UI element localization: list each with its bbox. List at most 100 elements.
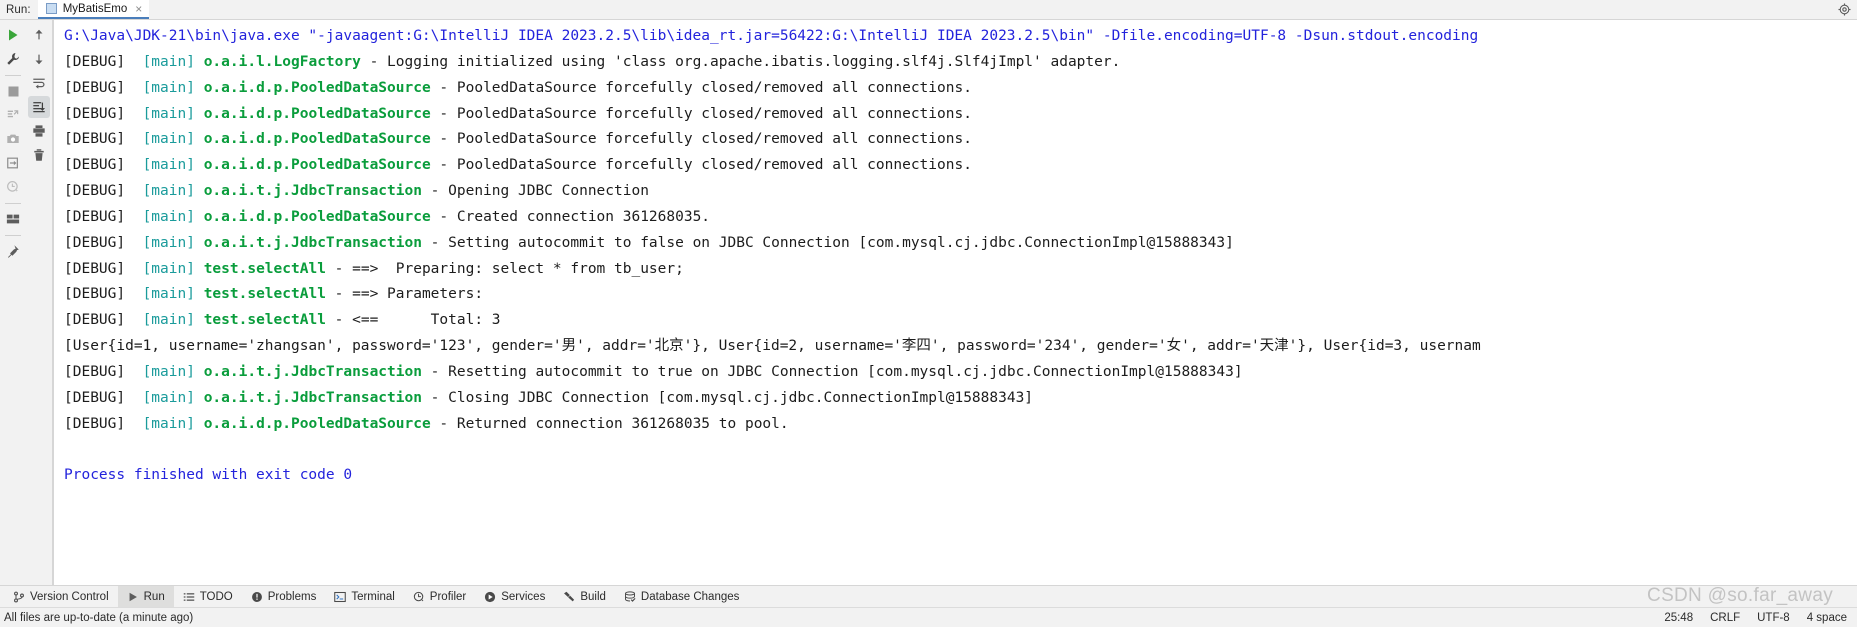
console-line-segment: [main]: [142, 157, 195, 174]
console-line-segment: [195, 209, 204, 225]
run-label: Run:: [6, 3, 31, 16]
console-line: Process finished with exit code 0: [54, 463, 1857, 489]
run-tab-bar-right: [1838, 3, 1857, 16]
restore-layout-icon[interactable]: [2, 152, 24, 174]
console-line: [DEBUG] [main] o.a.i.d.p.PooledDataSourc…: [54, 76, 1857, 102]
tool-window-button-version-control[interactable]: Version Control: [4, 586, 118, 607]
status-bar: All files are up-to-date (a minute ago) …: [0, 607, 1857, 627]
console-line-segment: [195, 183, 204, 199]
console-line-segment: [DEBUG]: [64, 157, 143, 174]
tool-window-button-label: TODO: [199, 590, 233, 603]
console-line: [DEBUG] [main] o.a.i.d.p.PooledDataSourc…: [54, 102, 1857, 128]
console-line-segment: [main]: [142, 389, 195, 406]
console-line: [DEBUG] [main] o.a.i.d.p.PooledDataSourc…: [54, 127, 1857, 153]
console-line-segment: [main]: [142, 363, 195, 380]
rerun-icon[interactable]: [2, 24, 24, 46]
console-line-segment: [main]: [142, 208, 195, 225]
tool-window-bar: Version Control Run TODO Problems Terminal Pr…: [0, 585, 1857, 607]
console-line-segment: [main]: [142, 234, 195, 251]
stop-icon[interactable]: [2, 80, 24, 102]
console-line-segment: [DEBUG]: [64, 312, 143, 329]
console-line-segment: o.a.i.d.p.PooledDataSource: [203, 415, 431, 432]
trash-icon[interactable]: [28, 144, 50, 166]
console-line-segment: Process finished with exit code 0: [64, 467, 353, 484]
encoding[interactable]: UTF-8: [1757, 612, 1790, 624]
status-message: All files are up-to-date (a minute ago): [4, 611, 194, 624]
console-line-segment: - Resetting autocommit to true on JDBC C…: [421, 363, 1243, 380]
console-line-segment: o.a.i.t.j.JdbcTransaction: [203, 183, 422, 200]
console-line-segment: - Closing JDBC Connection [com.mysql.cj.…: [421, 389, 1034, 406]
console-output-panel[interactable]: G:\Java\JDK-21\bin\java.exe "-javaagent:…: [53, 20, 1857, 585]
tool-window-button-problems[interactable]: Problems: [242, 586, 326, 607]
console-line-segment: [DEBUG]: [64, 234, 143, 251]
console-line-segment: - PooledDataSource forcefully closed/rem…: [430, 105, 972, 122]
profiler-icon: [413, 591, 425, 603]
console-line-segment: o.a.i.d.p.PooledDataSource: [203, 208, 431, 225]
camera-icon[interactable]: [2, 128, 24, 150]
console-line: G:\Java\JDK-21\bin\java.exe "-javaagent:…: [54, 24, 1857, 50]
tool-window-button-todo[interactable]: TODO: [174, 586, 242, 607]
profiler-clock-icon[interactable]: [2, 176, 24, 198]
console-line-segment: [main]: [142, 286, 195, 303]
indent-setting[interactable]: 4 space: [1807, 612, 1847, 624]
tool-window-button-label: Services: [501, 590, 546, 603]
run-configuration-icon: [45, 3, 57, 14]
console-line-segment: o.a.i.t.j.JdbcTransaction: [203, 363, 422, 380]
console-line-segment: - ==> Parameters:: [325, 286, 484, 303]
console-line-segment: [195, 106, 204, 122]
tool-window-button-label: Terminal: [351, 590, 395, 603]
console-line-segment: test.selectAll: [203, 286, 326, 303]
console-text: G:\Java\JDK-21\bin\java.exe "-javaagent:…: [54, 20, 1857, 489]
pin-icon[interactable]: [2, 240, 24, 262]
tool-window-button-services[interactable]: Services: [475, 586, 554, 607]
tool-window-button-build[interactable]: Build: [554, 586, 615, 607]
tool-window-button-profiler[interactable]: Profiler: [404, 586, 475, 607]
console-line-segment: - Setting autocommit to false on JDBC Co…: [421, 234, 1234, 251]
thread-dump-icon[interactable]: [2, 104, 24, 126]
console-line-segment: [main]: [142, 183, 195, 200]
console-line-segment: o.a.i.d.p.PooledDataSource: [203, 105, 431, 122]
close-icon[interactable]: ×: [135, 3, 142, 15]
console-line-segment: [195, 54, 204, 70]
console-line-segment: - PooledDataSource forcefully closed/rem…: [430, 157, 972, 174]
console-line-segment: - Opening JDBC Connection: [421, 183, 649, 200]
caret-position[interactable]: 25:48: [1664, 612, 1693, 624]
hammer-icon: [563, 591, 575, 603]
tool-window-button-run[interactable]: Run: [117, 586, 174, 607]
console-line: [DEBUG] [main] o.a.i.d.p.PooledDataSourc…: [54, 205, 1857, 231]
console-line-segment: o.a.i.d.p.PooledDataSource: [203, 157, 431, 174]
console-line-segment: [195, 286, 204, 302]
run-window-body: G:\Java\JDK-21\bin\java.exe "-javaagent:…: [0, 20, 1857, 585]
console-line-segment: [DEBUG]: [64, 286, 143, 303]
console-line-segment: - <== Total: 3: [325, 312, 501, 329]
console-line-segment: test.selectAll: [203, 312, 326, 329]
toolbar-separator: [5, 75, 21, 76]
scroll-up-icon[interactable]: [28, 24, 50, 46]
tool-window-button-database-changes[interactable]: Database Changes: [615, 586, 748, 607]
run-tab-bar: Run: MyBatisEmo ×: [0, 0, 1857, 20]
console-line: [DEBUG] [main] o.a.i.t.j.JdbcTransaction…: [54, 231, 1857, 257]
console-line-segment: [main]: [142, 53, 195, 70]
tab-mybatisemo[interactable]: MyBatisEmo ×: [37, 0, 150, 19]
layout-icon[interactable]: [2, 208, 24, 230]
ide-run-tool-window: Run: MyBatisEmo × G:\Java\JDK-21\bin\jav…: [0, 0, 1857, 627]
console-line-segment: [195, 261, 204, 277]
tool-window-button-label: Build: [580, 590, 606, 603]
console-line-segment: [195, 364, 204, 380]
soft-wrap-icon[interactable]: [28, 72, 50, 94]
tool-window-button-terminal[interactable]: Terminal: [325, 586, 403, 607]
console-line-segment: [main]: [142, 105, 195, 122]
print-icon[interactable]: [28, 120, 50, 142]
gear-icon[interactable]: [1838, 3, 1851, 16]
console-line-segment: [DEBUG]: [64, 183, 143, 200]
wrench-icon[interactable]: [2, 48, 24, 70]
console-line: [DEBUG] [main] o.a.i.d.p.PooledDataSourc…: [54, 153, 1857, 179]
services-icon: [484, 591, 496, 603]
console-line-segment: test.selectAll: [203, 260, 326, 277]
console-line-segment: [DEBUG]: [64, 208, 143, 225]
line-separator[interactable]: CRLF: [1710, 612, 1740, 624]
scroll-down-icon[interactable]: [28, 48, 50, 70]
status-bar-right: 25:48 CRLF UTF-8 4 space: [1664, 612, 1857, 624]
scroll-to-end-icon[interactable]: [28, 96, 50, 118]
